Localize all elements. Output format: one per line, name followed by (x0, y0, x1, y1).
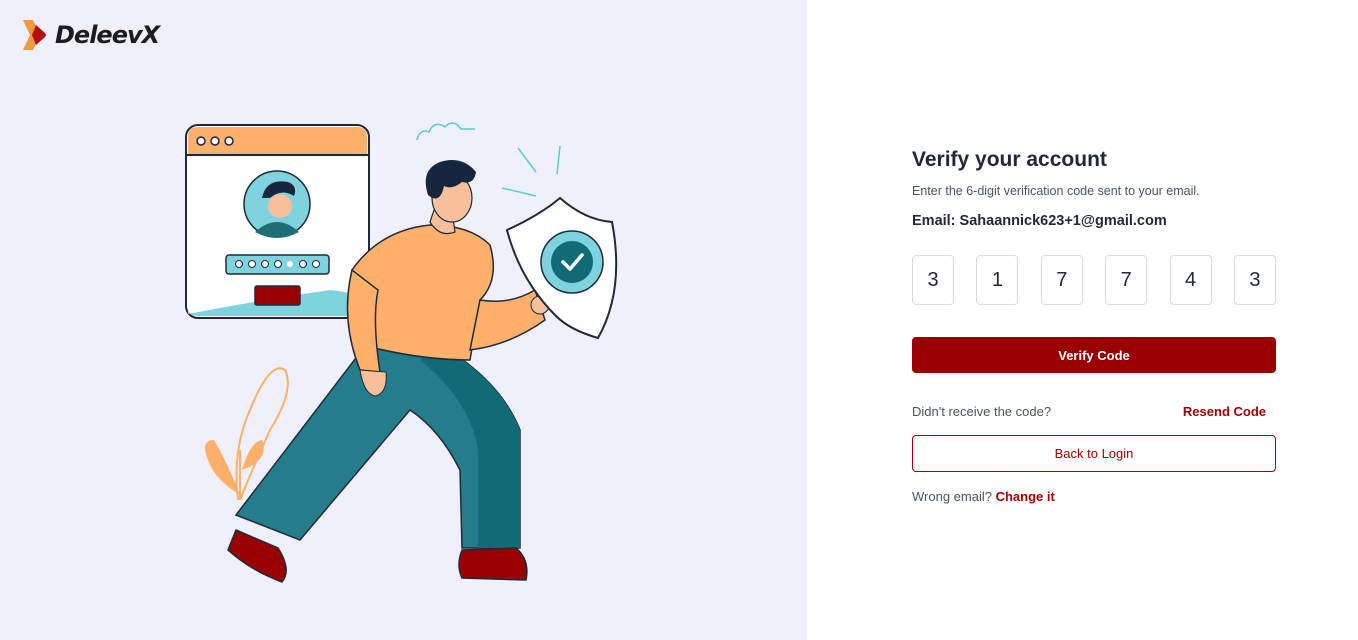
instructions-text: Enter the 6-digit verification code sent… (912, 184, 1200, 198)
email-display: Email: Sahaannick623+1@gmail.com (912, 213, 1276, 229)
code-digit-1[interactable]: 3 (912, 255, 954, 305)
email-value: Sahaannick623+1@gmail.com (959, 213, 1167, 229)
security-shield-illustration (185, 122, 618, 583)
wrong-email-prompt: Wrong email? (912, 489, 996, 504)
left-panel: DeleevX (0, 0, 807, 640)
page-title: Verify your account (912, 148, 1107, 171)
verify-code-button[interactable]: Verify Code (912, 337, 1276, 373)
resend-prompt: Didn't receive the code? (912, 404, 1052, 419)
code-digit-6[interactable]: 3 (1233, 255, 1276, 305)
email-label: Email: (912, 213, 960, 229)
wrong-email-row: Wrong email? Change it (912, 489, 1276, 504)
verify-form: Verify your account Enter the 6-digit ve… (912, 148, 1276, 504)
code-inputs: 3 1 7 7 4 3 (912, 255, 1276, 305)
code-digit-4[interactable]: 7 (1105, 255, 1148, 305)
resend-row: Didn't receive the code? Resend Code (912, 404, 1276, 419)
right-panel: Verify your account Enter the 6-digit ve… (807, 0, 1358, 640)
back-to-login-button[interactable]: Back to Login (912, 435, 1276, 472)
resend-code-link[interactable]: Resend Code (1183, 404, 1266, 419)
code-digit-3[interactable]: 7 (1040, 255, 1083, 305)
code-digit-2[interactable]: 1 (976, 255, 1019, 305)
change-email-link[interactable]: Change it (996, 489, 1055, 504)
code-digit-5[interactable]: 4 (1169, 255, 1212, 305)
